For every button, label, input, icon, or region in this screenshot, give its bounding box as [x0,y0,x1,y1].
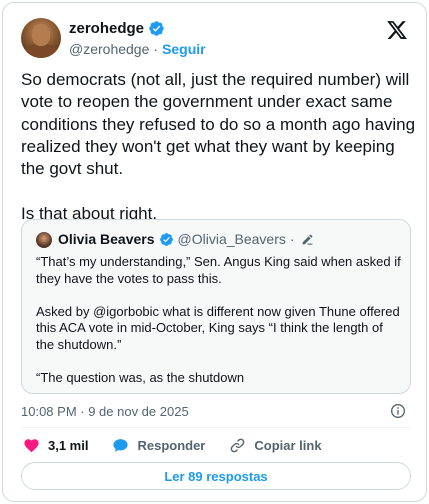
reply-label: Responder [137,438,206,453]
action-bar: 3,1 mil Responder Copiar link [23,437,346,454]
author-handle-row: @zerohedge · Seguir [69,41,206,57]
embedded-tweet-card: zerohedge @zerohedge · Seguir So democra… [2,2,427,502]
author-display-name[interactable]: zerohedge [69,20,144,37]
copy-link-label: Copiar link [254,438,322,453]
like-button[interactable]: 3,1 mil [23,437,88,454]
quoted-tweet-text: “That’s my understanding,” Sen. Angus Ki… [36,254,401,385]
quoted-name-row: Olivia Beavers @Olivia_Beavers · [58,231,314,247]
author-name-row: zerohedge [69,20,165,37]
quoted-author-avatar [36,232,52,248]
quoted-display-name: Olivia Beavers [58,231,155,247]
follow-button[interactable]: Seguir [162,41,206,57]
divider [21,427,411,428]
quoted-separator: · [289,231,295,247]
quoted-handle: @Olivia_Beavers [177,231,286,247]
speech-bubble-icon [113,439,129,452]
author-avatar[interactable] [21,18,61,58]
like-count: 3,1 mil [48,438,89,453]
tweet-timestamp[interactable]: 10:08 PM · 9 de nov de 2025 [21,404,189,419]
info-icon[interactable] [390,403,406,419]
link-icon [231,438,245,453]
copy-link-button[interactable]: Copiar link [229,437,322,454]
read-replies-button[interactable]: Ler 89 respostas [21,462,411,490]
verified-badge-icon [149,21,164,36]
verified-badge-icon [159,232,173,246]
tweet-text: So democrats (not all, just the required… [21,70,416,223]
handle-separator: · [153,41,159,57]
author-handle[interactable]: @zerohedge [69,41,149,57]
x-logo-icon[interactable] [386,19,408,41]
heart-icon [24,439,39,453]
pencil-icon [302,234,312,245]
reply-button[interactable]: Responder [112,437,205,454]
quoted-tweet[interactable]: Olivia Beavers @Olivia_Beavers · “That’s… [21,219,411,394]
